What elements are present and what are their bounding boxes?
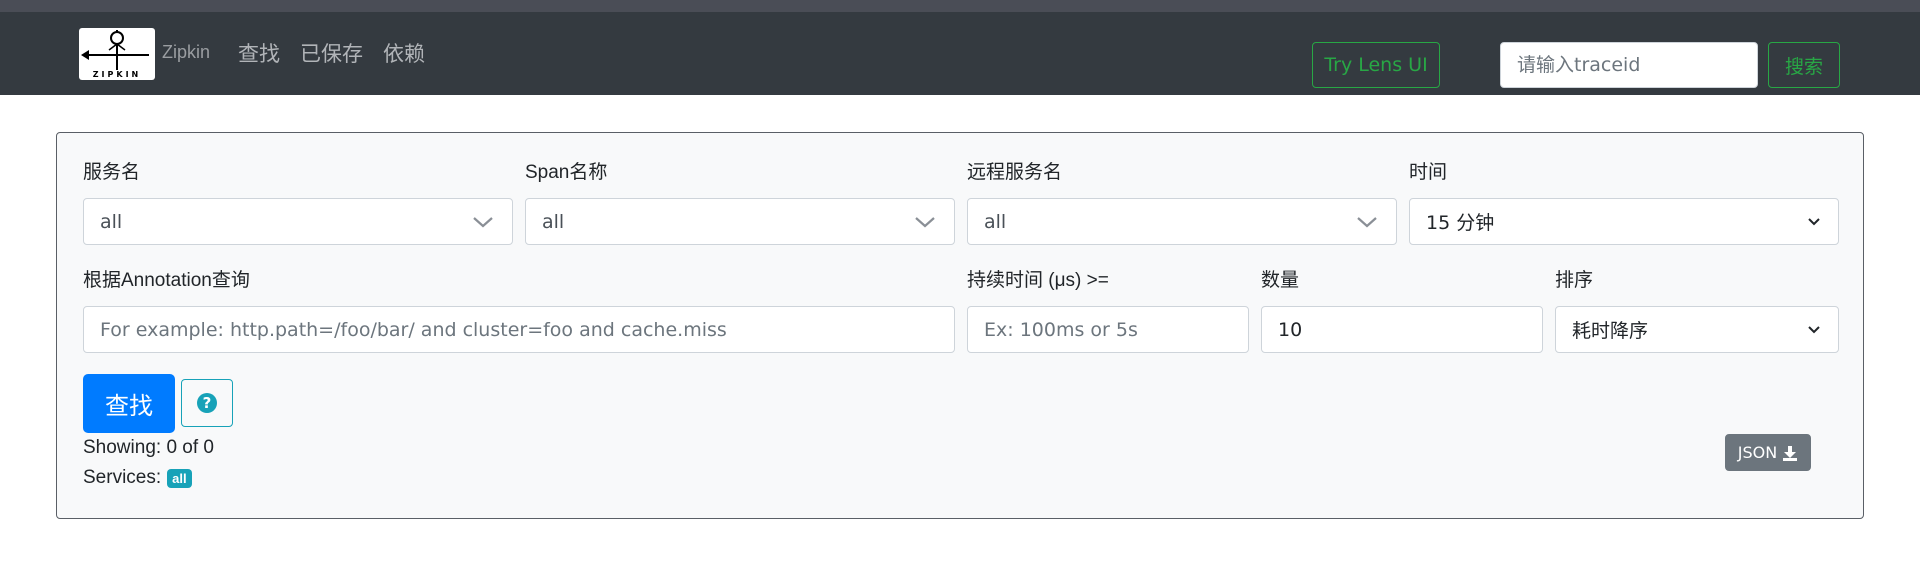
annotation-query-placeholder: For example: http.path=/foo/bar/ and clu… <box>100 318 727 341</box>
nav-link-find[interactable]: 查找 <box>238 40 280 70</box>
limit-label: 数量 <box>1261 270 1300 291</box>
help-button[interactable]: ? <box>181 379 233 427</box>
span-name-label: Span名称 <box>525 162 608 183</box>
sort-select[interactable]: 耗时降序 <box>1555 306 1839 353</box>
service-name-select[interactable]: all <box>83 198 513 245</box>
time-value: 15 分钟 <box>1426 212 1495 234</box>
download-icon <box>1783 445 1798 461</box>
service-name-value: all <box>100 210 123 233</box>
brand[interactable]: ZIPKIN Zipkin <box>79 28 210 80</box>
chevron-down-icon <box>470 209 496 235</box>
nav-link-dependencies[interactable]: 依赖 <box>383 40 425 70</box>
time-label: 时间 <box>1409 162 1448 183</box>
zipkin-logo: ZIPKIN <box>79 28 155 80</box>
nav-links: 查找 已保存 依赖 <box>238 40 445 70</box>
chevron-down-icon <box>1806 209 1822 235</box>
remote-service-label: 远程服务名 <box>967 162 1063 183</box>
duration-input[interactable]: Ex: 100ms or 5s <box>967 306 1249 353</box>
sort-label: 排序 <box>1555 270 1594 291</box>
navbar: ZIPKIN Zipkin 查找 已保存 依赖 Try Lens UI 搜索 <box>0 12 1920 95</box>
question-circle-icon: ? <box>197 393 217 413</box>
limit-value: 10 <box>1278 318 1303 341</box>
duration-placeholder: Ex: 100ms or 5s <box>984 318 1138 341</box>
nav-link-saved[interactable]: 已保存 <box>300 40 363 70</box>
brand-name: Zipkin <box>162 41 211 62</box>
service-name-label: 服务名 <box>83 162 141 183</box>
annotation-query-input[interactable]: For example: http.path=/foo/bar/ and clu… <box>83 306 955 353</box>
chevron-down-icon <box>1806 317 1822 343</box>
search-panel: 服务名 Span名称 远程服务名 时间 all all all 15 分钟 根据… <box>56 132 1864 519</box>
services-line: Services: all <box>83 467 192 489</box>
json-button-label: JSON <box>1737 443 1778 462</box>
window-top-strip <box>0 0 1920 12</box>
logo-text: ZIPKIN <box>92 70 142 79</box>
json-download-button[interactable]: JSON <box>1725 434 1811 471</box>
chevron-down-icon <box>1354 209 1380 235</box>
services-badge: all <box>167 468 192 488</box>
sort-value: 耗时降序 <box>1572 320 1649 342</box>
traceid-search-button[interactable]: 搜索 <box>1768 42 1840 88</box>
duration-label: 持续时间 (μs) >= <box>967 270 1109 291</box>
showing-count: Showing: 0 of 0 <box>83 437 214 459</box>
services-label: Services: <box>83 467 162 488</box>
span-name-select[interactable]: all <box>525 198 955 245</box>
traceid-input[interactable] <box>1500 42 1758 88</box>
remote-service-select[interactable]: all <box>967 198 1397 245</box>
limit-input[interactable]: 10 <box>1261 306 1543 353</box>
find-button[interactable]: 查找 <box>83 374 175 433</box>
annotation-query-label: 根据Annotation查询 <box>83 270 250 291</box>
try-lens-ui-button[interactable]: Try Lens UI <box>1312 42 1440 88</box>
span-name-value: all <box>542 210 565 233</box>
time-select[interactable]: 15 分钟 <box>1409 198 1839 245</box>
remote-service-value: all <box>984 210 1007 233</box>
chevron-down-icon <box>912 209 938 235</box>
showing-text: Showing: 0 of 0 <box>83 437 214 458</box>
